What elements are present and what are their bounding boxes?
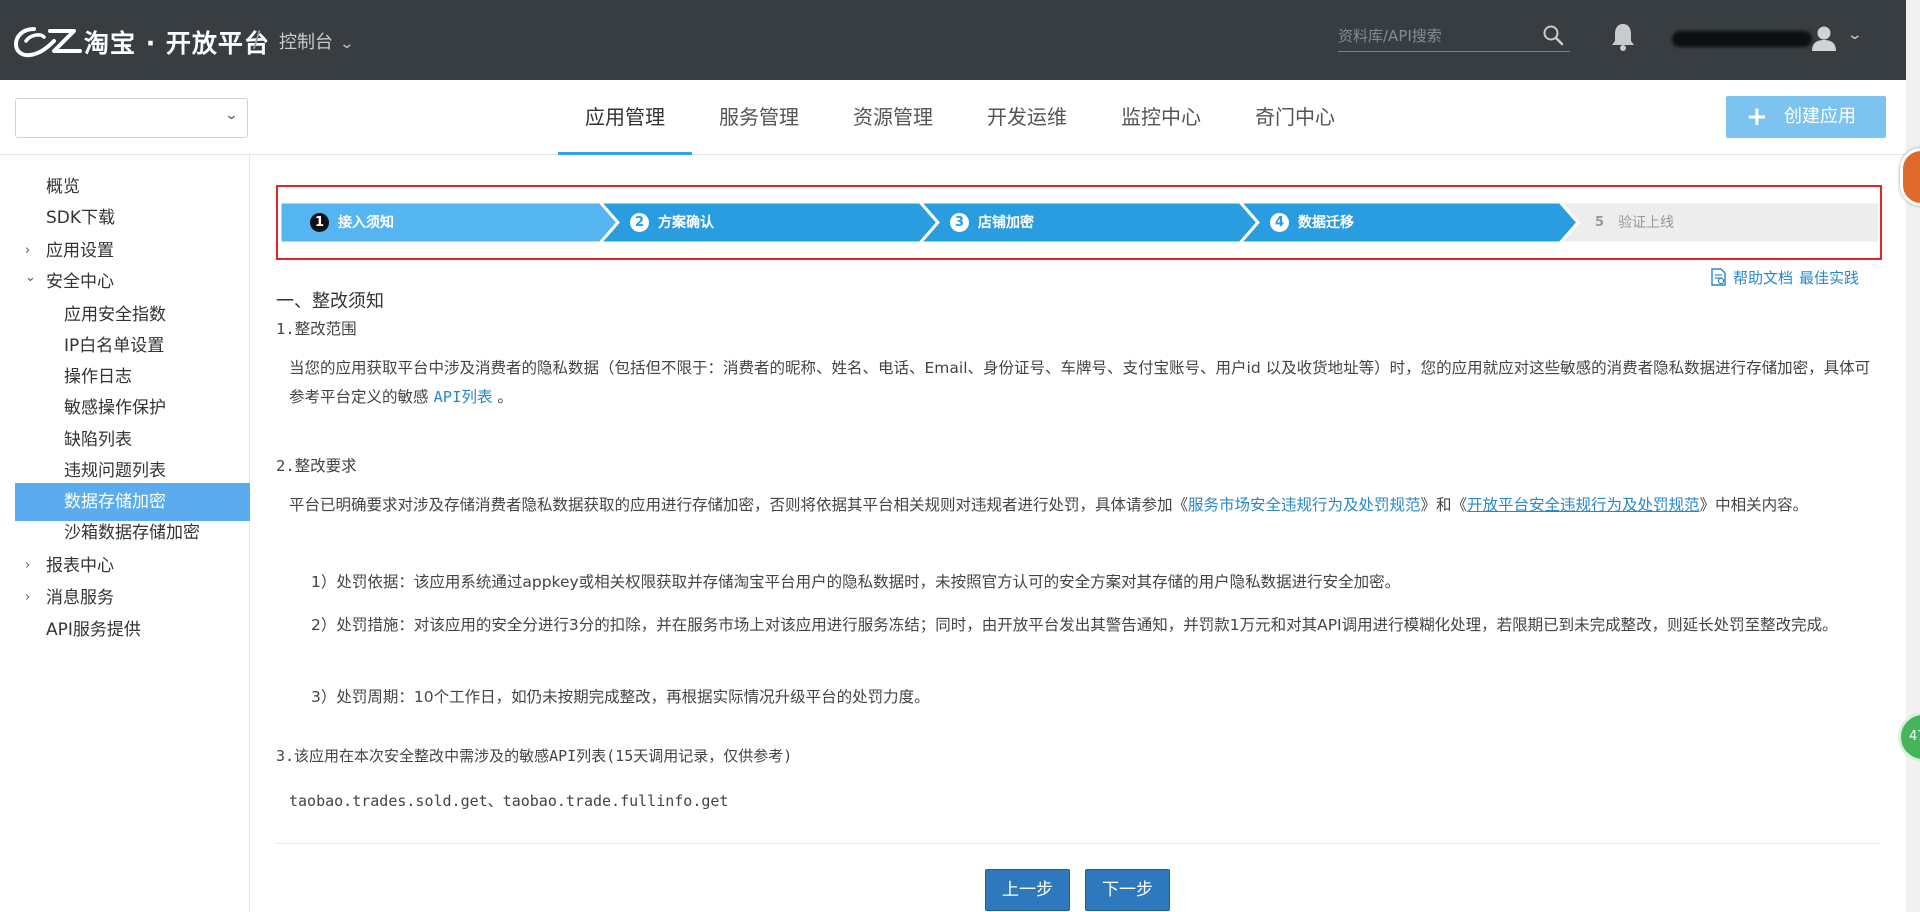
prev-step-button[interactable]: 上一步 <box>985 869 1070 911</box>
step-number: 4 <box>1270 213 1289 232</box>
api-list-link[interactable]: API列表 <box>433 388 492 406</box>
chevron-down-icon: ⌄ <box>224 108 239 123</box>
bell-icon[interactable] <box>1609 22 1637 52</box>
floating-avatar[interactable] <box>1900 148 1920 206</box>
api-list-title: 3.该应用在本次安全整改中需涉及的敏感API列表(15天调用记录，仅供参考) <box>276 747 793 765</box>
help-doc-link[interactable]: 帮助文档 <box>1733 269 1793 287</box>
alibaba-logo-icon[interactable] <box>14 23 82 59</box>
tab-1[interactable]: 应用管理 <box>558 80 692 155</box>
step-number: 3 <box>950 213 969 232</box>
tab-5[interactable]: 监控中心 <box>1094 80 1228 155</box>
step-progress: 1 接入须知 2 方案确认 3 店铺加密 4 数据迁移 5 验证上线 <box>280 202 1880 243</box>
scope-body: 当您的应用获取平台中涉及消费者的隐私数据（包括但不限于：消费者的昵称、姓名、电话… <box>289 359 1871 406</box>
step-number: 1 <box>310 213 329 232</box>
user-icon[interactable] <box>1810 25 1838 51</box>
step-4: 4 数据迁移 <box>1240 202 1578 243</box>
step-number: 5 <box>1594 215 1605 230</box>
sidebar: 概览 SDK下载 › 应用设置 ⌄ 安全中心 应用安全指数 IP白名单设置 操作日志 敏感操作保护… <box>0 155 250 912</box>
step-arrow-shape <box>1240 202 1578 243</box>
tab-2[interactable]: 服务管理 <box>692 80 826 155</box>
main-content: 1 接入须知 2 方案确认 3 店铺加密 4 数据迁移 5 验证上线 帮助文档 最佳实践 一、整改须… <box>276 155 1882 912</box>
user-chevron-down-icon[interactable]: ⌄ <box>1847 27 1863 43</box>
step-5: 5 验证上线 <box>1560 202 1880 243</box>
sidebar-item-label: API服务提供 <box>46 620 141 640</box>
requirement-body-1: 平台已明确要求对涉及存储消费者隐私数据获取的应用进行存储加密，否则将依据其平台相… <box>289 496 1189 514</box>
breadcrumb-separator: / <box>253 28 261 53</box>
penalty-period: 3）处罚周期：10个工作日，如仍未按期完成整改，再根据实际情况升级平台的处罚力度… <box>311 688 930 706</box>
chevron-down-icon: ⌄ <box>339 36 355 52</box>
best-practice-link[interactable]: 最佳实践 <box>1799 269 1859 287</box>
tab-3[interactable]: 资源管理 <box>826 80 960 155</box>
sub-header: ⌄ 应用管理 服务管理 资源管理 开发运维 监控中心 奇门中心 + 创建应用 <box>0 80 1920 155</box>
chevron-down-icon: ⌄ <box>25 270 36 285</box>
console-label: 控制台 <box>279 32 333 53</box>
plus-icon: + <box>1746 102 1768 132</box>
main-nav: 应用管理 服务管理 资源管理 开发运维 监控中心 奇门中心 <box>558 80 1362 155</box>
search-input[interactable] <box>1338 22 1538 50</box>
scope-end: 。 <box>497 388 513 406</box>
create-app-label: 创建应用 <box>1784 106 1856 127</box>
penalty-basis: 1）处罚依据：该应用系统通过appkey或相关权限获取并存储淘宝平台用户的隐私数… <box>311 573 1401 591</box>
step-label: 店铺加密 <box>978 215 1034 231</box>
step-3: 3 店铺加密 <box>920 202 1258 243</box>
scope-title: 1.整改范围 <box>276 320 357 338</box>
step-label: 验证上线 <box>1618 215 1674 231</box>
create-app-button[interactable]: + 创建应用 <box>1726 96 1886 138</box>
step-arrow-shape <box>920 202 1258 243</box>
step-arrow-shape <box>280 202 618 243</box>
app-select[interactable]: ⌄ <box>15 98 248 138</box>
search-icon[interactable] <box>1542 24 1564 46</box>
tab-4[interactable]: 开发运维 <box>960 80 1094 155</box>
steps-highlight-frame: 1 接入须知 2 方案确认 3 店铺加密 4 数据迁移 5 验证上线 <box>276 185 1882 260</box>
platform-violation-link[interactable]: 开放平台安全违规行为及处罚规范 <box>1467 496 1700 514</box>
requirement-body-2: 》和《 <box>1420 496 1468 514</box>
floating-badge[interactable]: 47 <box>1898 712 1920 762</box>
step-label: 接入须知 <box>338 215 394 231</box>
next-step-button[interactable]: 下一步 <box>1085 869 1170 911</box>
document-icon <box>1711 268 1726 286</box>
step-number: 2 <box>630 213 649 232</box>
penalty-measure: 2）处罚措施：对该应用的安全分进行3分的扣除，并在服务市场上对该应用进行服务冻结… <box>311 616 1838 634</box>
section-title: 一、整改须知 <box>276 291 384 312</box>
username-redacted[interactable] <box>1672 31 1812 47</box>
search-box <box>1338 22 1570 52</box>
sensitive-api-list: taobao.trades.sold.get、taobao.trade.full… <box>289 792 729 810</box>
requirement-body-3: 》中相关内容。 <box>1699 496 1809 514</box>
step-1: 1 接入须知 <box>280 202 618 243</box>
divider <box>276 843 1880 844</box>
help-links: 帮助文档 最佳实践 <box>1710 267 1865 288</box>
console-dropdown[interactable]: 控制台 ⌄ <box>279 28 355 54</box>
top-header: 淘宝 · 开放平台 / 控制台 ⌄ ⌄ <box>0 0 1920 80</box>
page-scrollbar[interactable] <box>1906 0 1920 912</box>
step-label: 方案确认 <box>658 215 714 231</box>
requirement-text: 平台已明确要求对涉及存储消费者隐私数据获取的应用进行存储加密，否则将依据其平台相… <box>289 491 1879 520</box>
sidebar-item-15[interactable]: API服务提供 <box>15 611 250 649</box>
scope-text: 当您的应用获取平台中涉及消费者的隐私数据（包括但不限于：消费者的昵称、姓名、电话… <box>289 354 1879 412</box>
step-label: 数据迁移 <box>1298 215 1354 231</box>
step-arrow-shape <box>600 202 938 243</box>
tab-6[interactable]: 奇门中心 <box>1228 80 1362 155</box>
requirement-title: 2.整改要求 <box>276 457 357 475</box>
brand-title[interactable]: 淘宝 · 开放平台 <box>84 24 270 60</box>
market-violation-link[interactable]: 服务市场安全违规行为及处罚规范 <box>1188 496 1421 514</box>
step-2: 2 方案确认 <box>600 202 938 243</box>
